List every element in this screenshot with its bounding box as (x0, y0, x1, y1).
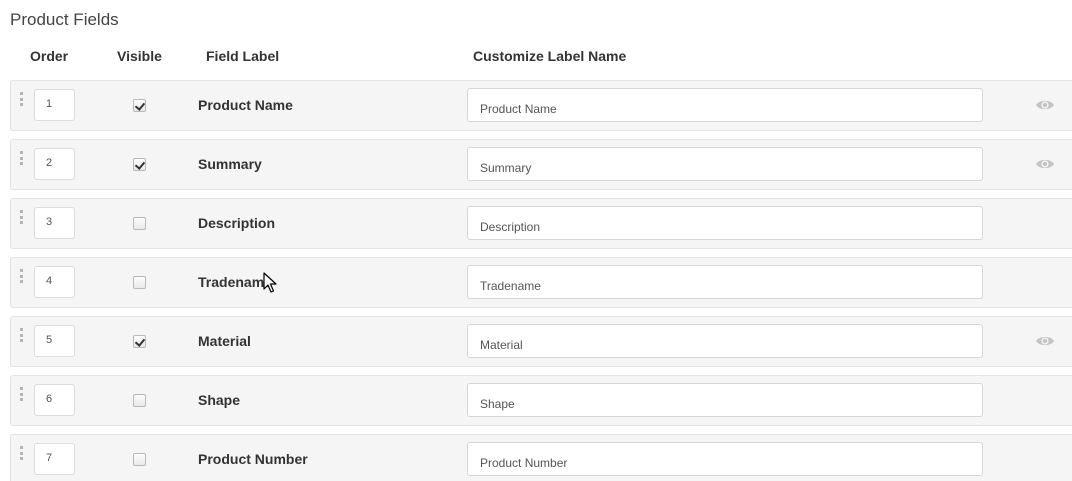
visible-checkbox[interactable] (133, 99, 146, 112)
order-input[interactable]: 2 (34, 148, 75, 180)
column-header-visible: Visible (117, 48, 162, 64)
eye-icon[interactable] (1035, 334, 1055, 348)
drag-handle-icon[interactable] (20, 387, 23, 401)
section-title: Product Fields (10, 10, 119, 29)
drag-handle-icon[interactable] (20, 92, 23, 106)
order-input[interactable]: 7 (34, 443, 75, 475)
drag-handle-icon[interactable] (20, 210, 23, 224)
customize-label-input[interactable] (467, 147, 983, 181)
customize-label-input[interactable] (467, 265, 983, 299)
customize-label-input[interactable] (467, 206, 983, 240)
field-row[interactable]: 1 Product Name (10, 80, 1072, 131)
field-label: Product Name (198, 97, 293, 113)
visible-checkbox[interactable] (133, 158, 146, 171)
field-row[interactable]: 3 Description (10, 198, 1072, 249)
eye-icon[interactable] (1035, 98, 1055, 112)
drag-handle-icon[interactable] (20, 328, 23, 342)
column-header-customize-label: Customize Label Name (473, 48, 627, 64)
field-row[interactable]: 5 Material (10, 316, 1072, 367)
field-row[interactable]: 2 Summary (10, 139, 1072, 190)
customize-label-input[interactable] (467, 442, 983, 476)
table-header: Order Visible Field Label Customize Labe… (0, 48, 1072, 68)
field-label: Summary (198, 156, 262, 172)
product-fields-panel: Product Fields Order Visible Field Label… (0, 0, 1072, 481)
drag-handle-icon[interactable] (20, 151, 23, 165)
order-input[interactable]: 6 (34, 384, 75, 416)
drag-handle-icon[interactable] (20, 269, 23, 283)
visible-checkbox[interactable] (133, 335, 146, 348)
field-label: Product Number (198, 451, 308, 467)
field-label: Shape (198, 392, 241, 408)
field-label: Tradename (198, 274, 272, 290)
column-header-field-label: Field Label (206, 48, 280, 64)
column-header-order: Order (30, 48, 69, 64)
eye-icon[interactable] (1035, 157, 1055, 171)
drag-handle-icon[interactable] (20, 446, 23, 460)
customize-label-input[interactable] (467, 88, 983, 122)
order-input[interactable]: 5 (34, 325, 75, 357)
field-row[interactable]: 6 Shape (10, 375, 1072, 426)
visible-checkbox[interactable] (133, 394, 146, 407)
visible-checkbox[interactable] (133, 217, 146, 230)
field-label: Description (198, 215, 276, 231)
field-row[interactable]: 4 Tradename (10, 257, 1072, 308)
visible-checkbox[interactable] (133, 453, 146, 466)
order-input[interactable]: 1 (34, 89, 75, 121)
order-input[interactable]: 4 (34, 266, 75, 298)
customize-label-input[interactable] (467, 383, 983, 417)
visible-checkbox[interactable] (133, 276, 146, 289)
field-row[interactable]: 7 Product Number (10, 434, 1072, 481)
order-input[interactable]: 3 (34, 207, 75, 239)
customize-label-input[interactable] (467, 324, 983, 358)
field-label: Material (198, 333, 251, 349)
